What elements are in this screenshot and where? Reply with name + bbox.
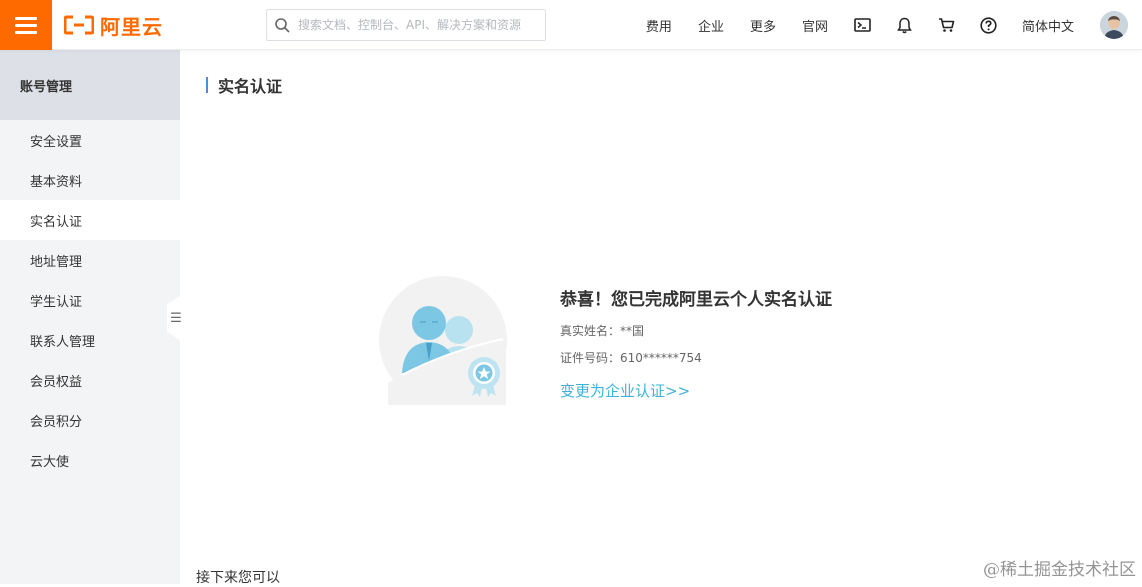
search-box[interactable]: [266, 9, 546, 41]
brand-name: 阿里云: [100, 11, 163, 40]
page-title: 实名认证: [206, 75, 282, 95]
cart-icon[interactable]: [938, 16, 956, 34]
sidebar-title: 账号管理: [0, 50, 180, 120]
nav-link-fees[interactable]: 费用: [646, 16, 672, 35]
next-steps-heading: 接下来您可以: [196, 567, 280, 587]
success-headline: 恭喜！您已完成阿里云个人实名认证: [560, 285, 832, 310]
terminal-icon[interactable]: [854, 16, 872, 34]
sidebar-item-real-name-auth[interactable]: 实名认证: [0, 200, 180, 240]
sidebar-item-member-benefits[interactable]: 会员权益: [0, 360, 180, 400]
aliyun-logo-mark-icon: [64, 15, 94, 35]
sidebar-item-student-auth[interactable]: 学生认证: [0, 280, 180, 320]
top-bar: 阿里云 费用 企业 更多 官网: [0, 0, 1142, 50]
nav-link-more[interactable]: 更多: [750, 16, 776, 35]
switch-to-enterprise-link[interactable]: 变更为企业认证>>: [560, 380, 832, 401]
sidebar-item-contacts[interactable]: 联系人管理: [0, 320, 180, 360]
main-content: 实名认证 恭喜！您已完成阿里云个人实名认证 真实姓名：**国 证件号码：610*…: [180, 50, 1142, 584]
id-number-row: 证件号码：610******754: [560, 349, 832, 366]
help-icon[interactable]: [980, 16, 998, 34]
nav-link-enterprise[interactable]: 企业: [698, 16, 724, 35]
top-nav: 费用 企业 更多 官网: [646, 0, 1142, 50]
verified-person-illustration: [378, 275, 508, 405]
sidebar-item-security-settings[interactable]: 安全设置: [0, 120, 180, 160]
search-input[interactable]: [298, 18, 538, 32]
sidebar-item-address-management[interactable]: 地址管理: [0, 240, 180, 280]
sidebar: 账号管理 安全设置 基本资料 实名认证 地址管理 学生认证 联系人管理 会员权益…: [0, 50, 180, 584]
menu-icon[interactable]: [0, 0, 52, 50]
aliyun-logo[interactable]: 阿里云: [64, 12, 163, 38]
sidebar-item-member-points[interactable]: 会员积分: [0, 400, 180, 440]
bell-icon[interactable]: [896, 16, 914, 34]
success-panel: 恭喜！您已完成阿里云个人实名认证 真实姓名：**国 证件号码：610******…: [560, 285, 832, 401]
real-name-row: 真实姓名：**国: [560, 322, 832, 339]
title-accent-bar: [206, 77, 208, 93]
watermark: @稀土掘金技术社区: [983, 555, 1136, 580]
nav-link-official-site[interactable]: 官网: [802, 16, 828, 35]
avatar[interactable]: [1100, 11, 1128, 39]
sidebar-item-ambassador[interactable]: 云大使: [0, 440, 180, 480]
page-title-text: 实名认证: [218, 73, 282, 97]
language-switcher[interactable]: 简体中文: [1022, 16, 1074, 35]
search-icon: [275, 18, 290, 33]
sidebar-item-basic-info[interactable]: 基本资料: [0, 160, 180, 200]
